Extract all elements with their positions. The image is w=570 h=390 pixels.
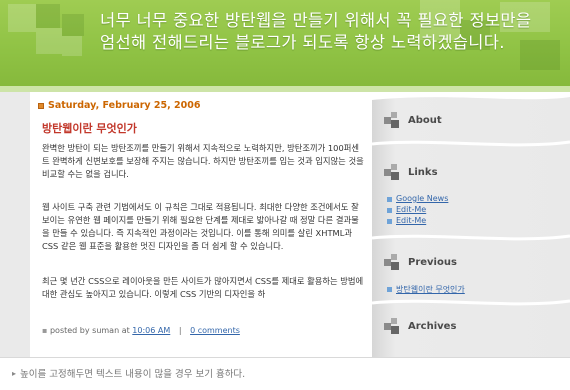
sidebar-heading-about[interactable]: About <box>384 112 442 128</box>
blog-header: 너무 너무 중요한 방탄웹을 만들기 위해서 꼭 필요한 정보만을 엄선해 전해… <box>0 0 570 86</box>
sidebar-heading-about-label: About <box>408 114 442 126</box>
sidebar: About Links Google News Edit-Me Edit-Me <box>372 92 570 357</box>
sidebar-wave-decoration <box>372 140 570 147</box>
post-footer-prefix-icon: ▪ <box>42 326 48 335</box>
blocks-icon <box>384 164 402 180</box>
caption-text: 높이를 고정해두면 텍스트 내용이 많을 경우 보기 흉하다. <box>20 369 246 380</box>
sidebar-link-google-news[interactable]: Google News <box>386 194 448 203</box>
sidebar-heading-previous-label: Previous <box>408 256 457 268</box>
sidebar-heading-links-label: Links <box>408 166 438 178</box>
sidebar-link-previous-post[interactable]: 방탄웹이란 무엇인가 <box>387 284 465 295</box>
post-paragraph: 웹 사이트 구축 관련 기법에서도 이 규칙은 그대로 적용됩니다. 최대한 다… <box>42 202 359 251</box>
blocks-icon <box>384 318 402 334</box>
screenshot-area: 너무 너무 중요한 방탄웹을 만들기 위해서 꼭 필요한 정보만을 엄선해 전해… <box>0 0 570 357</box>
post-paragraph: 완벽한 방탄이 되는 방탄조끼를 만들기 위해서 지속적으로 노력하지만, 방탄… <box>42 143 364 179</box>
blocks-icon <box>384 112 402 128</box>
post-paragraph: 최근 몇 년간 CSS으로 레이아웃을 만든 사이트가 많아지면서 CSS를 제… <box>42 276 364 299</box>
post-footer-separator: | <box>178 326 182 335</box>
comments-link[interactable]: 0 comments <box>190 326 240 335</box>
sidebar-heading-archives[interactable]: Archives <box>384 318 456 334</box>
sidebar-link-edit-me[interactable]: Edit-Me <box>386 216 426 225</box>
sidebar-heading-previous: Previous <box>384 254 457 270</box>
caption-arrow-icon: ▸ <box>12 368 17 378</box>
post-time-link[interactable]: 10:06 AM <box>132 326 170 335</box>
sidebar-heading-links: Links <box>384 164 438 180</box>
sidebar-wave-decoration <box>372 234 570 241</box>
sidebar-link-edit-me[interactable]: Edit-Me <box>386 205 426 214</box>
sidebar-wave-decoration <box>372 92 570 100</box>
sidebar-wave-decoration <box>372 299 570 306</box>
post-title[interactable]: 방탄웹이란 무엇인가 <box>42 120 137 136</box>
main-content: Saturday, February 25, 2006 방탄웹이란 무엇인가 완… <box>30 92 372 357</box>
header-description: 너무 너무 중요한 방탄웹을 만들기 위해서 꼭 필요한 정보만을 엄선해 전해… <box>100 11 532 52</box>
post-footer: ▪ posted by suman at 10:06 AM | 0 commen… <box>42 326 240 335</box>
blocks-icon <box>384 254 402 270</box>
sidebar-heading-archives-label: Archives <box>408 320 457 332</box>
figure-caption: ▸ 높이를 고정해두면 텍스트 내용이 많을 경우 보기 흉하다. <box>0 357 570 390</box>
date-bullet-icon <box>38 102 44 109</box>
post-footer-prefix: posted by suman at <box>49 326 130 335</box>
main-left-gutter <box>0 92 30 357</box>
post-date-text: Saturday, February 25, 2006 <box>48 100 201 111</box>
post-date: Saturday, February 25, 2006 <box>38 100 201 111</box>
